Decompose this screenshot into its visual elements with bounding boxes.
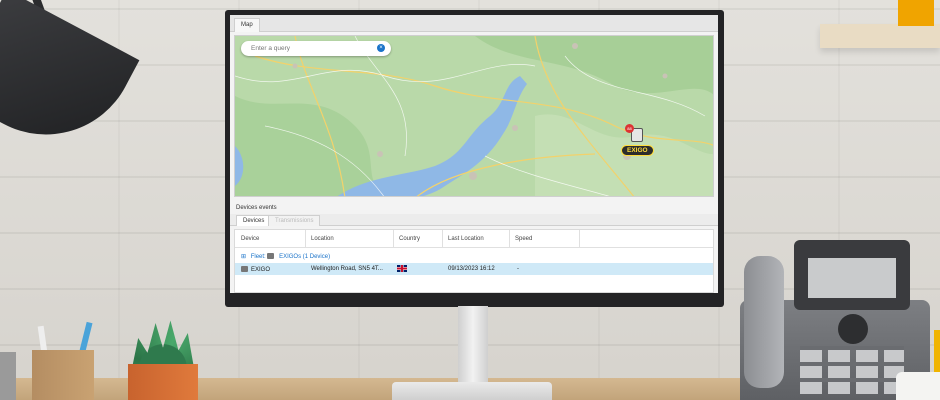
column-divider bbox=[509, 230, 510, 248]
shelf-box bbox=[898, 0, 934, 26]
group-label: EXIGOs (1 Device) bbox=[279, 254, 331, 260]
desk-phone-nav-pad bbox=[838, 314, 868, 344]
white-cup bbox=[896, 372, 940, 400]
desk-phone-handset bbox=[744, 256, 784, 388]
devices-table: Device Location Country Last Location Sp… bbox=[234, 229, 714, 293]
wall-shelf bbox=[820, 24, 940, 48]
table-row[interactable]: EXIGO Wellington Road, SN5 4T... 09/13/2… bbox=[235, 263, 713, 275]
devices-tabstrip: Devices Transmissions bbox=[230, 214, 718, 226]
fleet-group-row[interactable]: ⊞ Fleet: EXIGOs (1 Device) bbox=[235, 250, 713, 262]
pencil-cup bbox=[32, 350, 94, 400]
column-divider bbox=[393, 230, 394, 248]
map-tiles bbox=[235, 36, 713, 196]
map-search-input[interactable] bbox=[241, 41, 391, 56]
expand-group-icon[interactable]: ⊞ bbox=[241, 254, 246, 260]
uk-flag-icon bbox=[397, 265, 407, 272]
device-marker-label[interactable]: EXIGO bbox=[621, 145, 654, 156]
tab-transmissions[interactable]: Transmissions bbox=[268, 215, 321, 226]
column-header-last-location[interactable]: Last Location bbox=[448, 236, 484, 242]
devices-events-title: Devices events bbox=[236, 205, 277, 211]
device-icon bbox=[267, 253, 275, 259]
map-view[interactable]: × 88 EXIGO bbox=[234, 35, 714, 197]
left-mug bbox=[0, 352, 16, 400]
cell-speed: - bbox=[517, 266, 519, 272]
search-clear-icon[interactable]: × bbox=[377, 44, 385, 52]
column-header-location[interactable]: Location bbox=[311, 236, 334, 242]
group-prefix: Fleet: bbox=[250, 254, 266, 260]
column-divider bbox=[579, 230, 580, 248]
column-header-country[interactable]: Country bbox=[399, 236, 420, 242]
monitor-stand-base bbox=[392, 382, 552, 400]
desk-phone-display bbox=[808, 258, 896, 298]
plant-pot bbox=[128, 364, 198, 400]
cell-device: EXIGO bbox=[241, 266, 270, 273]
tab-devices[interactable]: Devices bbox=[236, 215, 272, 226]
column-header-device[interactable]: Device bbox=[241, 236, 259, 242]
app-screen: Map Enter a query × 88 EXIGO Devices eve… bbox=[230, 15, 718, 293]
device-name: EXIGO bbox=[251, 267, 271, 273]
column-divider bbox=[442, 230, 443, 248]
device-marker-badge: 88 bbox=[625, 124, 634, 133]
map-tabstrip: Map bbox=[230, 15, 718, 32]
desk-phone-keypad-rows bbox=[800, 346, 904, 394]
tab-map[interactable]: Map bbox=[234, 18, 260, 32]
cell-location: Wellington Road, SN5 4T... bbox=[311, 266, 383, 272]
column-divider bbox=[305, 230, 306, 248]
column-header-speed[interactable]: Speed bbox=[515, 236, 532, 242]
device-icon bbox=[241, 266, 248, 272]
table-header: Device Location Country Last Location Sp… bbox=[235, 230, 713, 248]
monitor-stand-neck bbox=[458, 306, 488, 386]
cell-last-location: 09/13/2023 16:12 bbox=[448, 266, 495, 272]
